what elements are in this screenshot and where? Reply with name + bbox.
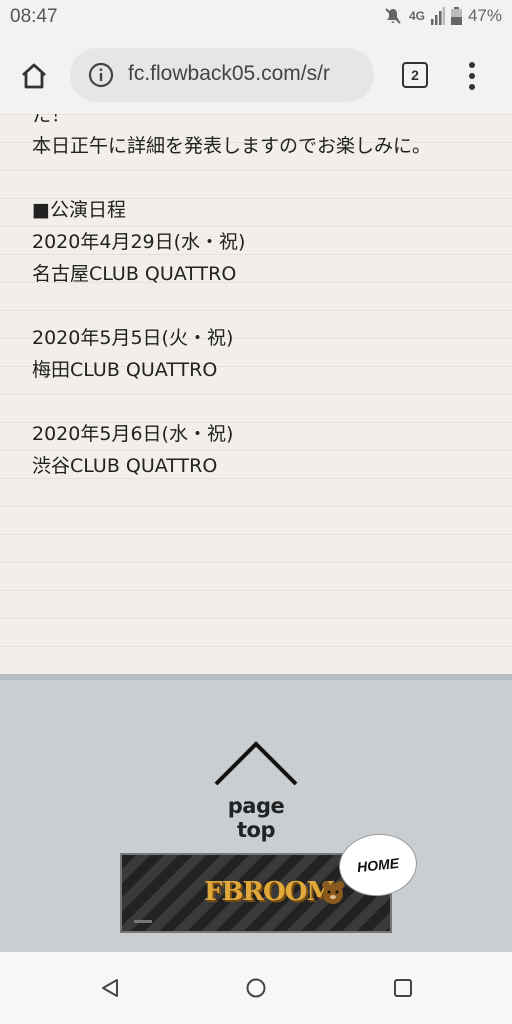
schedule-heading: ■公演日程 bbox=[32, 199, 126, 221]
home-bubble[interactable]: HOME bbox=[337, 831, 419, 899]
article-content: た！ 本日正午に詳細を発表しますのでお楽しみに。 ■公演日程 2020年4月29… bbox=[0, 114, 512, 674]
event-venue: 渋谷CLUB QUATTRO bbox=[32, 455, 218, 477]
mute-icon bbox=[383, 6, 403, 26]
recents-icon[interactable] bbox=[391, 976, 415, 1000]
page-top-button[interactable]: page top bbox=[206, 738, 306, 842]
banner-logo: FBROOM bbox=[204, 877, 335, 907]
network-label: 4G bbox=[408, 9, 425, 23]
event-date: 2020年5月5日(火・祝) bbox=[32, 327, 234, 349]
signal-icon bbox=[430, 7, 445, 25]
status-time: 08:47 bbox=[10, 6, 58, 27]
home-label: HOME bbox=[356, 854, 400, 876]
event-venue: 梅田CLUB QUATTRO bbox=[32, 359, 218, 381]
status-icons: 4G 47% bbox=[383, 6, 502, 26]
info-icon[interactable] bbox=[88, 62, 114, 88]
event-venue: 名古屋CLUB QUATTRO bbox=[32, 263, 237, 285]
chevron-up-icon bbox=[214, 741, 298, 786]
banner-mark bbox=[134, 920, 152, 923]
home-circle-icon[interactable] bbox=[244, 976, 268, 1000]
text-line bbox=[32, 162, 431, 194]
battery-percent: 47% bbox=[467, 6, 502, 25]
event-date: 2020年4月29日(水・祝) bbox=[32, 231, 246, 253]
footer: page top FBROOM HOME bbox=[0, 680, 512, 952]
text-line bbox=[32, 290, 431, 322]
article-text: 本日正午に詳細を発表しますのでお楽しみに。 ■公演日程 2020年4月29日(水… bbox=[32, 130, 431, 482]
home-icon[interactable] bbox=[14, 56, 54, 96]
system-nav-bar bbox=[0, 952, 512, 1024]
battery-icon bbox=[450, 7, 462, 25]
text-line: 本日正午に詳細を発表しますのでお楽しみに。 bbox=[32, 135, 432, 157]
back-icon[interactable] bbox=[98, 976, 122, 1000]
url-bar[interactable]: fc.flowback05.com/s/r bbox=[70, 48, 374, 102]
text-line bbox=[32, 386, 431, 418]
url-text[interactable]: fc.flowback05.com/s/r bbox=[128, 62, 368, 86]
menu-icon[interactable] bbox=[460, 58, 484, 94]
tab-switcher-button[interactable]: 2 bbox=[402, 62, 428, 88]
cut-off-text: た！ bbox=[32, 114, 71, 126]
event-date: 2020年5月6日(水・祝) bbox=[32, 423, 234, 445]
page-top-label: page top bbox=[227, 794, 285, 842]
bear-icon bbox=[322, 881, 344, 904]
home-banner[interactable]: FBROOM HOME bbox=[120, 831, 419, 933]
status-bar: 08:47 4G 47% bbox=[0, 0, 512, 36]
browser-toolbar: fc.flowback05.com/s/r 2 bbox=[0, 36, 512, 114]
